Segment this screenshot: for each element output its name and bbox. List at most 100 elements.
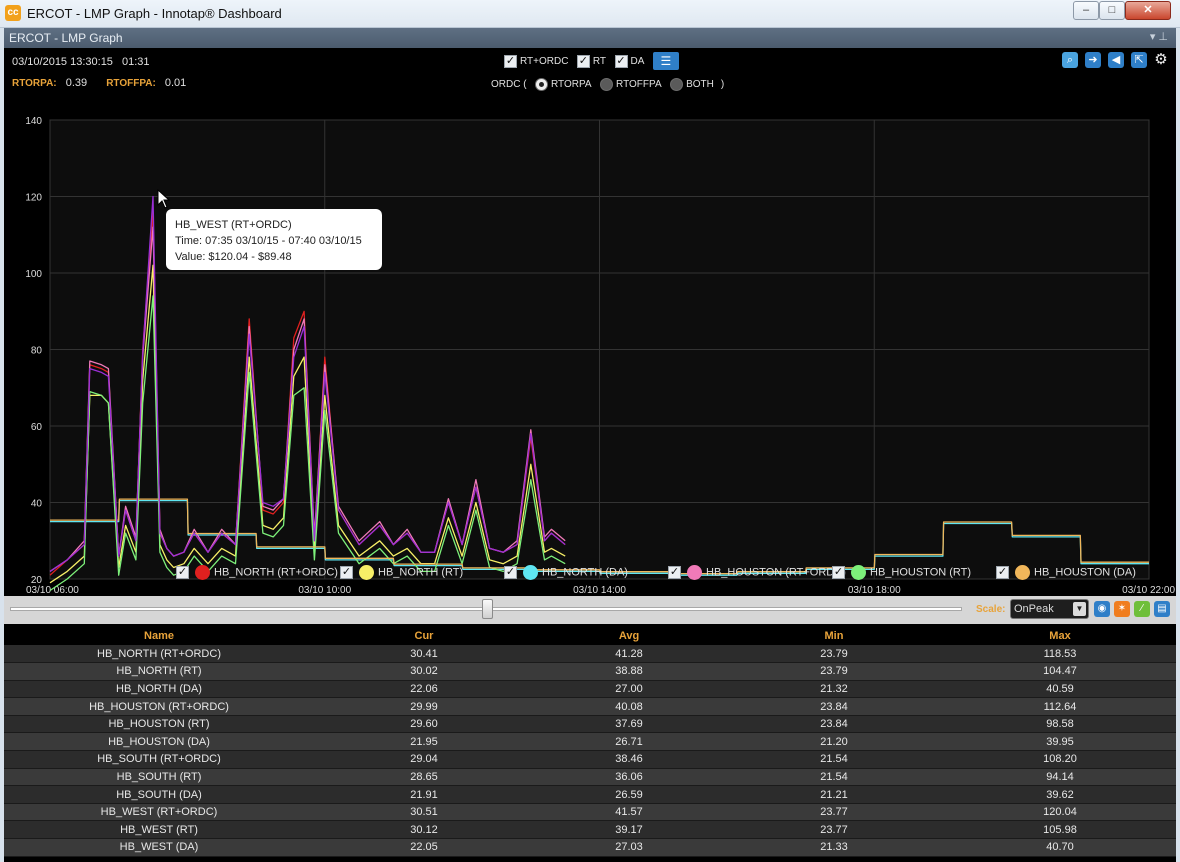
cell-cur: 30.51	[314, 803, 534, 822]
scale-select[interactable]: OnPeak ▼	[1010, 599, 1089, 619]
legend-checkbox[interactable]: ✓	[176, 566, 189, 579]
legend-swatch	[195, 565, 210, 580]
x-tick-label: 03/10 06:00	[26, 585, 79, 596]
legend-swatch	[851, 565, 866, 580]
y-tick-label: 40	[31, 499, 43, 510]
scale-label: Scale:	[976, 604, 1006, 615]
column-header-cur[interactable]: Cur	[314, 626, 534, 645]
legend-item[interactable]: ✓ HB_HOUSTON (RT)	[832, 565, 971, 580]
table-row[interactable]: HB_HOUSTON (RT) 29.60 37.69 23.84 98.58	[4, 715, 1176, 734]
cell-max: 105.98	[944, 820, 1176, 840]
legend-checkbox[interactable]: ✓	[996, 566, 1009, 579]
cell-avg: 26.59	[534, 785, 724, 804]
x-tick-label: 03/10 18:00	[848, 585, 901, 596]
table-row[interactable]: HB_SOUTH (DA) 21.91 26.59 21.21 39.62	[4, 785, 1176, 804]
column-header-max[interactable]: Max	[944, 626, 1176, 645]
popout-icon[interactable]: ⇱	[1131, 52, 1147, 68]
legend-checkbox[interactable]: ✓	[504, 566, 517, 579]
legend-checkbox[interactable]: ✓	[668, 566, 681, 579]
cell-min: 23.77	[724, 803, 944, 822]
cell-name: HB_HOUSTON (DA)	[4, 732, 314, 752]
cell-name: HB_SOUTH (RT)	[4, 768, 314, 787]
table-row[interactable]: HB_WEST (RT+ORDC) 30.51 41.57 23.77 120.04	[4, 803, 1176, 822]
legend-item[interactable]: ✓ HB_HOUSTON (RT+ORDC)	[668, 565, 846, 580]
x-tick-label: 03/10 14:00	[573, 585, 626, 596]
mouse-cursor-icon	[157, 189, 171, 209]
time-slider-thumb[interactable]	[482, 599, 493, 619]
legend-swatch	[523, 565, 538, 580]
column-header-avg[interactable]: Avg	[534, 626, 724, 645]
rtorpa-label: RTORPA:	[12, 78, 57, 89]
scale-select-value: OnPeak	[1014, 603, 1054, 615]
rtoffpa-radio[interactable]	[600, 78, 614, 92]
zoom-icon[interactable]: ⌕	[1062, 52, 1078, 68]
close-button[interactable]: ✕	[1125, 1, 1171, 20]
export-icon[interactable]: ▤	[1154, 601, 1170, 617]
lmp-line-chart[interactable]: 1401201008060402003/10 06:00 03/10 10:00 0…	[4, 100, 1176, 612]
table-row[interactable]: HB_WEST (DA) 22.05 27.03 21.33 40.70	[4, 838, 1176, 857]
table-row[interactable]: HB_SOUTH (RT+ORDC) 29.04 38.46 21.54 108.20	[4, 750, 1176, 769]
gear-icon[interactable]: ⚙	[1153, 52, 1169, 68]
legend-label: HB_NORTH (RT+ORDC)	[214, 566, 338, 579]
cell-cur: 21.91	[314, 785, 534, 804]
lmp-stats-table: Name Cur Avg Min Max HB_NORTH (RT+ORDC) 3…	[4, 626, 1176, 857]
legend-item[interactable]: ✓ HB_NORTH (RT+ORDC)	[176, 565, 338, 580]
cell-min: 21.33	[724, 838, 944, 857]
cell-name: HB_HOUSTON (RT)	[4, 715, 314, 734]
pencil-icon[interactable]: ∕	[1134, 601, 1150, 617]
table-row[interactable]: HB_NORTH (DA) 22.06 27.00 21.32 40.59	[4, 680, 1176, 699]
cell-avg: 37.69	[534, 715, 724, 734]
y-tick-label: 100	[25, 269, 42, 280]
arrow-right-icon[interactable]: ➜	[1085, 52, 1101, 68]
table-row[interactable]: HB_NORTH (RT+ORDC) 30.41 41.28 23.79 118.53	[4, 645, 1176, 664]
dashboard-main: 03/10/2015 13:30:15 01:31 RTORPA: 0.39 R…	[4, 48, 1176, 862]
y-tick-label: 140	[25, 116, 42, 127]
ordc-label: ORDC (	[491, 79, 527, 91]
cell-min: 21.54	[724, 750, 944, 769]
table-row[interactable]: HB_HOUSTON (DA) 21.95 26.71 21.20 39.95	[4, 732, 1176, 752]
table-row[interactable]: HB_HOUSTON (RT+ORDC) 29.99 40.08 23.84 112.6…	[4, 697, 1176, 716]
rt-toggle-label: RT	[592, 55, 607, 67]
both-radio[interactable]	[670, 78, 684, 92]
cell-avg: 41.57	[534, 803, 724, 822]
column-header-min[interactable]: Min	[724, 626, 944, 645]
cell-max: 104.47	[944, 662, 1176, 681]
legend-item[interactable]: ✓ HB_NORTH (RT)	[340, 565, 463, 580]
cell-max: 118.53	[944, 645, 1176, 664]
cell-avg: 36.06	[534, 768, 724, 787]
speaker-icon[interactable]: ◀	[1108, 52, 1124, 68]
timestamp: 03/10/2015 13:30:15	[12, 56, 113, 68]
swap-icon[interactable]: ✶	[1114, 601, 1130, 617]
list-view-button[interactable]: ☰	[652, 52, 679, 70]
pa-row: RTORPA: 0.39 RTOFFPA: 0.01	[12, 77, 186, 89]
series-toggles: ✓ RT+ORDC ✓ RT ✓ DA ☰	[504, 52, 679, 70]
rtorpa-radio[interactable]	[535, 78, 549, 92]
maximize-button[interactable]: □	[1099, 1, 1125, 20]
legend-item[interactable]: ✓ HB_HOUSTON (DA)	[996, 565, 1136, 580]
x-tick-label: 03/10 22:00	[1122, 585, 1175, 596]
legend-item[interactable]: ✓ HB_NORTH (DA)	[504, 565, 628, 580]
cell-min: 23.77	[724, 820, 944, 840]
panel-pin-icons[interactable]: ▾ ⊥	[1150, 30, 1168, 43]
rtoffpa-radio-label: RTOFFPA	[616, 79, 662, 91]
da-checkbox[interactable]: ✓	[614, 54, 628, 68]
cell-cur: 22.05	[314, 838, 534, 857]
table-row[interactable]: HB_SOUTH (RT) 28.65 36.06 21.54 94.14	[4, 768, 1176, 787]
cell-max: 94.14	[944, 768, 1176, 787]
both-radio-label: BOTH	[686, 79, 714, 91]
minimize-button[interactable]: –	[1073, 1, 1099, 20]
cell-cur: 30.12	[314, 820, 534, 840]
legend-checkbox[interactable]: ✓	[832, 566, 845, 579]
table-row[interactable]: HB_WEST (RT) 30.12 39.17 23.77 105.98	[4, 820, 1176, 840]
legend-checkbox[interactable]: ✓	[340, 566, 353, 579]
time-scroller: Scale: OnPeak ▼ ◉ ✶ ∕ ▤	[4, 596, 1176, 624]
rt-ordc-checkbox[interactable]: ✓	[504, 54, 517, 68]
eye-icon[interactable]: ◉	[1094, 601, 1110, 617]
table-row[interactable]: HB_NORTH (RT) 30.02 38.88 23.79 104.47	[4, 662, 1176, 681]
rt-checkbox[interactable]: ✓	[576, 54, 590, 68]
cell-max: 120.04	[944, 803, 1176, 822]
column-header-name[interactable]: Name	[4, 626, 314, 645]
cell-max: 112.64	[944, 697, 1176, 716]
chevron-down-icon[interactable]: ▼	[1073, 602, 1086, 616]
chart-tooltip: HB_WEST (RT+ORDC) Time: 07:35 03/10/15 -…	[166, 209, 382, 270]
